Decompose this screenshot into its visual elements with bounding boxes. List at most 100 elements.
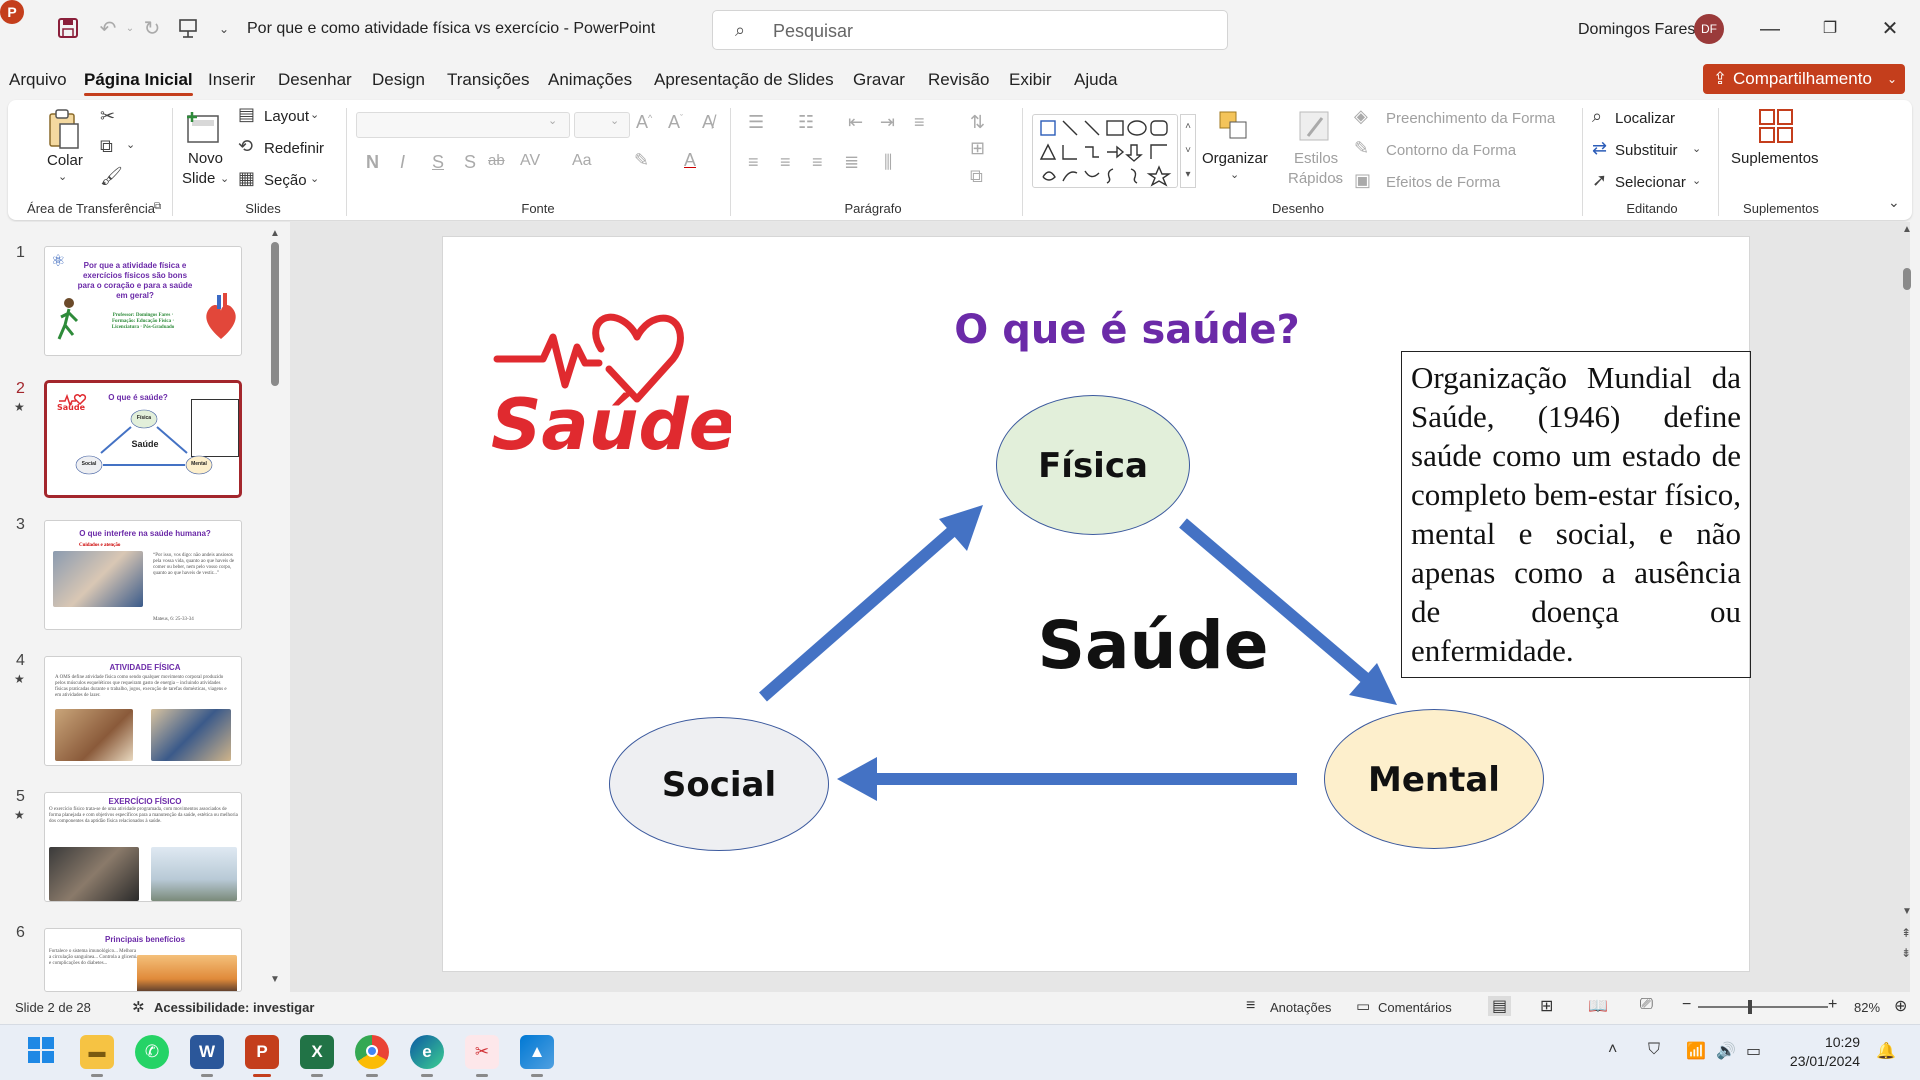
scroll-up-icon[interactable]: ▲ <box>1902 224 1912 235</box>
slide-thumbnail-2[interactable]: Saúde O que é saúde? Física Social Menta… <box>44 380 242 498</box>
node-mental[interactable]: Mental <box>1324 709 1544 849</box>
addins-label[interactable]: Suplementos <box>1731 150 1819 167</box>
line-spacing-icon[interactable]: ≡ <box>914 112 925 133</box>
minimize-icon[interactable]: — <box>1750 14 1790 44</box>
slide-thumbnail-5[interactable]: EXERCÍCIO FÍSICO O exercício físico trat… <box>44 792 242 902</box>
word-icon[interactable]: W <box>190 1035 224 1077</box>
shape-fill-button[interactable]: Preenchimento da Forma <box>1386 110 1555 127</box>
slide-canvas[interactable]: Saúde O que é saúde? Física Social Menta… <box>442 236 1751 972</box>
text-direction-icon[interactable]: ⇅ <box>970 112 985 133</box>
quote-textbox[interactable]: Organização Mundial da Saúde, (1946) def… <box>1401 351 1751 678</box>
slide-sorter-icon[interactable]: ⊞ <box>1540 996 1553 1016</box>
collapse-ribbon-icon[interactable]: ⌄ <box>1888 194 1900 211</box>
comments-button[interactable]: Comentários <box>1378 1000 1452 1015</box>
chevron-down-icon[interactable]: ⌄ <box>610 114 619 127</box>
normal-view-icon[interactable]: ▤ <box>1488 996 1512 1016</box>
paste-label[interactable]: Colar <box>47 152 83 169</box>
addins-icon[interactable] <box>1756 108 1796 146</box>
find-button[interactable]: Localizar <box>1615 110 1675 127</box>
close-icon[interactable]: ✕ <box>1870 14 1910 44</box>
edge-icon[interactable]: e <box>410 1035 444 1077</box>
find-icon[interactable]: ⌕ <box>1592 106 1602 127</box>
editor-scrollbar[interactable]: ▲ ▼ ⇞ ⇟ <box>1900 224 1914 984</box>
chrome-icon[interactable] <box>355 1035 389 1077</box>
copy-dropdown-icon[interactable]: ⌄ <box>126 138 135 151</box>
defender-icon[interactable]: ⛉ <box>1648 1041 1660 1059</box>
font-color-icon[interactable]: A <box>684 150 696 171</box>
undo-icon[interactable]: ↶ <box>96 17 120 41</box>
tab-pagina-inicial[interactable]: Página Inicial <box>84 70 193 96</box>
redo-icon[interactable]: ↻ <box>140 17 164 41</box>
next-slide-icon[interactable]: ⇟ <box>1901 946 1911 960</box>
search-box[interactable]: ⌕ Pesquisar <box>712 10 1228 50</box>
scroll-down-icon[interactable]: ▼ <box>1902 906 1912 917</box>
section-button[interactable]: Seção <box>264 172 307 189</box>
thumbnail-scrollbar[interactable]: ▲ ▼ <box>270 228 280 988</box>
tab-animacoes[interactable]: Animações <box>548 70 632 90</box>
layout-icon[interactable]: ▤ <box>238 104 255 125</box>
snipping-tool-icon[interactable]: ✂ <box>465 1035 499 1077</box>
paste-icon[interactable] <box>46 108 82 150</box>
tab-revisao[interactable]: Revisão <box>928 70 989 90</box>
notifications-icon[interactable]: 🔔 <box>1876 1041 1896 1061</box>
tab-arquivo[interactable]: Arquivo <box>9 70 67 90</box>
change-case-icon[interactable]: Aa <box>572 152 592 170</box>
system-clock[interactable]: 10:29 23/01/2024 <box>1780 1033 1860 1071</box>
center-word[interactable]: Saúde <box>943 607 1363 684</box>
shape-outline-button[interactable]: Contorno da Forma <box>1386 142 1516 159</box>
replace-icon[interactable]: ⇄ <box>1592 138 1607 159</box>
whatsapp-icon[interactable]: ✆ <box>135 1035 169 1069</box>
tab-apresentacao[interactable]: Apresentação de Slides <box>654 70 834 90</box>
decrease-font-icon[interactable]: Aˇ <box>668 112 683 133</box>
arrange-label[interactable]: Organizar <box>1202 150 1268 167</box>
new-slide-label-2[interactable]: Slide <box>182 170 215 187</box>
italic-icon[interactable]: I <box>400 152 405 173</box>
arrange-dropdown-icon[interactable]: ⌄ <box>1230 168 1239 181</box>
excel-icon[interactable]: X <box>300 1035 334 1077</box>
undo-dropdown-icon[interactable]: ⌄ <box>118 17 142 41</box>
shape-fill-icon[interactable]: ◈ <box>1354 106 1368 127</box>
battery-icon[interactable]: ▭ <box>1746 1041 1761 1061</box>
new-slide-icon[interactable] <box>184 108 224 146</box>
replace-dropdown-icon[interactable]: ⌄ <box>1692 142 1701 155</box>
scroll-up-icon[interactable]: ▲ <box>270 228 280 239</box>
node-social[interactable]: Social <box>609 717 829 851</box>
smartart-icon[interactable]: ⧉ <box>970 166 983 187</box>
wifi-icon[interactable]: 📶 <box>1686 1041 1706 1061</box>
reading-view-icon[interactable]: 📖 <box>1588 996 1608 1016</box>
increase-font-icon[interactable]: A^ <box>636 112 652 133</box>
quick-styles-label[interactable]: Estilos <box>1294 150 1338 167</box>
accessibility-icon[interactable]: ✲ <box>132 998 145 1016</box>
justify-icon[interactable]: ≣ <box>844 152 859 173</box>
scroll-down-icon[interactable]: ▼ <box>270 974 280 985</box>
user-name[interactable]: Domingos Fares <box>1578 21 1695 39</box>
select-button[interactable]: Selecionar <box>1615 174 1686 191</box>
chevron-down-icon[interactable]: ⌄ <box>548 114 557 127</box>
shape-effects-button[interactable]: Efeitos de Forma <box>1386 174 1500 191</box>
character-spacing-icon[interactable]: AV <box>520 152 540 170</box>
volume-icon[interactable]: 🔊 <box>1716 1041 1736 1061</box>
slide-thumbnail-4[interactable]: ATIVIDADE FÍSICA A OMS define atividade … <box>44 656 242 766</box>
quick-styles-dropdown-icon[interactable]: ⌄ <box>1332 172 1341 185</box>
decrease-indent-icon[interactable]: ⇤ <box>848 112 863 133</box>
paste-dropdown-icon[interactable]: ⌄ <box>58 170 67 183</box>
windows-start-icon[interactable] <box>24 1035 58 1069</box>
shape-outline-icon[interactable]: ✎ <box>1354 138 1369 159</box>
tab-desenhar[interactable]: Desenhar <box>278 70 352 90</box>
align-center-icon[interactable]: ≡ <box>780 152 791 173</box>
previous-slide-icon[interactable]: ⇞ <box>1901 926 1911 940</box>
layout-dropdown-icon[interactable]: ⌄ <box>310 108 319 121</box>
font-name-select[interactable] <box>356 112 570 138</box>
align-left-icon[interactable]: ≡ <box>748 152 759 173</box>
bullets-icon[interactable]: ☰ <box>748 112 764 133</box>
copy-icon[interactable]: ⧉ <box>100 136 113 157</box>
reset-button[interactable]: Redefinir <box>264 140 324 157</box>
section-icon[interactable]: ▦ <box>238 168 255 189</box>
customize-toolbar-icon[interactable]: ⌄ <box>212 17 236 41</box>
clear-formatting-icon[interactable]: A̸ <box>702 112 714 133</box>
slide-thumbnail-3[interactable]: O que interfere na saúde humana? Cuidado… <box>44 520 242 630</box>
save-icon[interactable] <box>56 17 80 41</box>
underline-icon[interactable]: S <box>432 152 444 173</box>
bold-icon[interactable]: N <box>366 152 379 173</box>
zoom-in-button[interactable]: + <box>1828 996 1837 1014</box>
